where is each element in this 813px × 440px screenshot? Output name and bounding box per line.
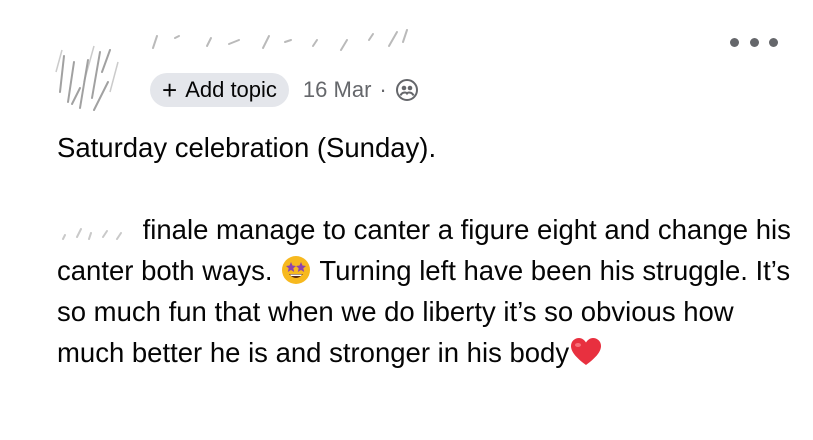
meta-separator: · — [379, 77, 387, 102]
post-header: + Add topic 16 Mar · — [50, 18, 790, 118]
add-topic-button[interactable]: + Add topic — [150, 73, 289, 107]
plus-icon: + — [162, 75, 178, 105]
author-name-redacted[interactable] — [145, 26, 415, 56]
post-body: Saturday celebration (Sunday). finale ma… — [57, 127, 797, 373]
audience-friends-icon[interactable] — [395, 78, 419, 102]
post-date[interactable]: 16 Mar — [303, 77, 371, 103]
more-dot — [730, 37, 739, 47]
add-topic-label: Add topic — [185, 77, 277, 102]
more-dot — [749, 37, 759, 47]
more-options-icon[interactable] — [730, 30, 778, 54]
avatar[interactable] — [50, 32, 128, 114]
post-meta: + Add topic 16 Mar · — [150, 70, 419, 110]
more-dot — [769, 37, 778, 47]
mentioned-name-redacted — [62, 228, 122, 240]
post-title-line: Saturday celebration (Sunday). — [57, 132, 437, 163]
star-struck-emoji — [282, 256, 311, 284]
post-paragraph: finale manage to canter a figure eight a… — [57, 209, 797, 373]
red-heart-emoji — [571, 338, 602, 365]
